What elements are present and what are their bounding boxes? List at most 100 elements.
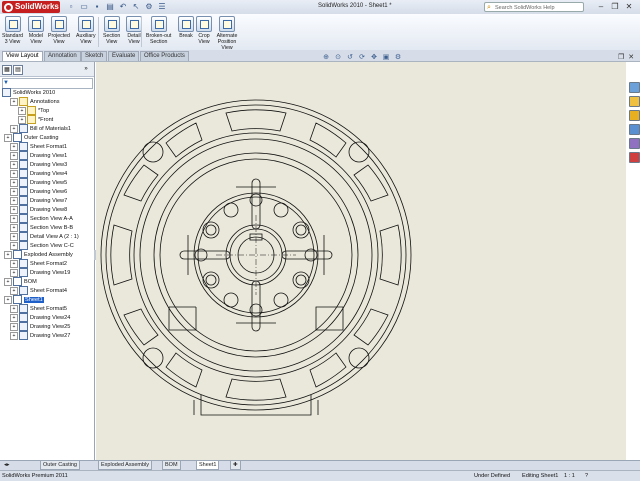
tree-item[interactable]: + Drawing View8 [10, 205, 67, 214]
tree-root[interactable]: SolidWorks 2010 [2, 88, 55, 97]
expand-icon[interactable]: + [10, 205, 18, 214]
tree-item[interactable]: + Sheet Format2 [10, 259, 67, 268]
expand-icon[interactable]: + [10, 286, 18, 295]
new-icon[interactable]: ▫ [66, 2, 76, 12]
tree-item[interactable]: + Drawing View4 [10, 169, 67, 178]
minimize-icon[interactable]: – [596, 2, 606, 12]
previous-view-icon[interactable]: ↺ [346, 54, 354, 62]
rebuild-icon[interactable]: ⚙ [144, 2, 154, 12]
ribbon-button-2[interactable]: Projected View [48, 16, 70, 45]
property-manager-tab-icon[interactable]: ▤ [13, 65, 23, 75]
expand-icon[interactable]: + [10, 97, 18, 106]
undo-icon[interactable]: ↶ [118, 2, 128, 12]
appearances-icon[interactable] [629, 138, 640, 149]
tree-item[interactable]: + Sheet Format5 [10, 304, 67, 313]
expand-icon[interactable]: + [10, 241, 18, 250]
expand-icon[interactable]: + [10, 151, 18, 160]
ribbon-button-6[interactable]: Broken-out Section [146, 16, 171, 45]
options-icon[interactable]: ☰ [157, 2, 167, 12]
expand-icon[interactable]: + [4, 295, 12, 304]
select-icon[interactable]: ↖ [131, 2, 141, 12]
ribbon-button-4[interactable]: Section View [103, 16, 120, 45]
tree-item[interactable]: + Drawing View27 [10, 331, 70, 340]
pan-icon[interactable]: ✥ [370, 54, 378, 62]
zoom-area-icon[interactable]: ⊙ [334, 54, 342, 62]
expand-icon[interactable]: + [10, 124, 18, 133]
close-icon[interactable]: ✕ [624, 2, 634, 12]
rotate-icon[interactable]: ⟳ [358, 54, 366, 62]
tree-item[interactable]: + Annotations [10, 97, 60, 106]
tree-item[interactable]: + Drawing View6 [10, 187, 67, 196]
design-library-icon[interactable] [629, 96, 640, 107]
tree-item[interactable]: + Drawing View7 [10, 196, 67, 205]
expand-icon[interactable]: + [10, 322, 18, 331]
ribbon-button-5[interactable]: Detail View [126, 16, 142, 45]
help-search-input[interactable]: ⌕ Search SolidWorks Help [484, 2, 584, 12]
restore-icon[interactable]: ❐ [610, 2, 620, 12]
tree-item[interactable]: + Drawing View25 [10, 322, 70, 331]
tab-evaluate[interactable]: Evaluate [108, 51, 140, 61]
expand-icon[interactable]: + [10, 178, 18, 187]
ribbon-button-3[interactable]: Auxiliary View [76, 16, 96, 45]
view-settings-icon[interactable]: ⚙ [394, 54, 402, 62]
expand-chevron-icon[interactable]: » [82, 65, 90, 73]
expand-icon[interactable]: + [10, 169, 18, 178]
doc-restore-icon[interactable]: ❐ [618, 54, 624, 62]
doc-close-icon[interactable]: ✕ [628, 54, 634, 62]
tree-item[interactable]: + Bill of Materials1 [10, 124, 71, 133]
expand-icon[interactable]: + [10, 223, 18, 232]
sheet-tab-outer-casting[interactable]: Outer Casting [40, 461, 80, 470]
expand-icon[interactable]: + [10, 232, 18, 241]
expand-icon[interactable]: + [10, 214, 18, 223]
print-icon[interactable]: ▤ [105, 2, 115, 12]
expand-icon[interactable]: + [10, 304, 18, 313]
expand-icon[interactable]: + [4, 133, 12, 142]
file-explorer-icon[interactable] [629, 110, 640, 121]
zoom-to-fit-icon[interactable]: ⊕ [322, 54, 330, 62]
expand-icon[interactable]: + [10, 313, 18, 322]
display-style-icon[interactable]: ▣ [382, 54, 390, 62]
tree-item[interactable]: + Exploded Assembly [4, 250, 73, 259]
tree-item[interactable]: + BOM [4, 277, 37, 286]
view-palette-icon[interactable] [629, 124, 640, 135]
tree-item[interactable]: + *Front [18, 115, 53, 124]
tab-annotation[interactable]: Annotation [44, 51, 81, 61]
ribbon-button-9[interactable]: Alternate Position View [212, 16, 242, 51]
sheet-tab-exploded-assembly[interactable]: Exploded Assembly [98, 461, 152, 470]
drawing-canvas[interactable] [96, 62, 626, 460]
tree-item[interactable]: + Drawing View3 [10, 160, 67, 169]
tree-item[interactable]: + Section View C-C [10, 241, 74, 250]
custom-properties-icon[interactable] [629, 152, 640, 163]
tree-item[interactable]: + Detail View A (2 : 1) [10, 232, 79, 241]
expand-icon[interactable]: + [10, 259, 18, 268]
ribbon-button-7[interactable]: Break [178, 16, 194, 39]
sheet-nav-icon[interactable]: ◂▸ [2, 461, 12, 469]
expand-icon[interactable]: + [4, 277, 12, 286]
tab-view-layout[interactable]: View Layout [2, 51, 43, 61]
expand-icon[interactable]: + [18, 106, 26, 115]
expand-icon[interactable]: + [10, 187, 18, 196]
ribbon-button-1[interactable]: Model View [28, 16, 44, 45]
tree-item[interactable]: + Drawing View19 [10, 268, 70, 277]
sheet-tab-bom[interactable]: BOM [162, 461, 181, 470]
expand-icon[interactable]: + [4, 250, 12, 259]
tab-office-products[interactable]: Office Products [140, 51, 189, 61]
ribbon-button-8[interactable]: Crop View [196, 16, 212, 45]
tree-item[interactable]: + Outer Casting [4, 133, 59, 142]
tree-item[interactable]: + Sheet1 [4, 295, 44, 304]
add-sheet-icon[interactable]: ✚ [230, 461, 241, 470]
tree-item[interactable]: + Section View A-A [10, 214, 73, 223]
expand-icon[interactable]: + [10, 331, 18, 340]
tab-sketch[interactable]: Sketch [81, 51, 108, 61]
resources-icon[interactable] [629, 82, 640, 93]
open-icon[interactable]: ▭ [79, 2, 89, 12]
expand-icon[interactable]: + [10, 142, 18, 151]
tree-item[interactable]: + Sheet Format1 [10, 142, 67, 151]
tree-item[interactable]: + *Top [18, 106, 49, 115]
solidworks-logo[interactable]: SolidWorks [2, 1, 60, 13]
ribbon-button-0[interactable]: Standard 3 View [2, 16, 23, 45]
feature-tree-tab-icon[interactable]: ▦ [2, 65, 12, 75]
save-icon[interactable]: ▪ [92, 2, 102, 12]
sheet-tab-sheet1[interactable]: Sheet1 [196, 461, 220, 470]
tree-item[interactable]: + Section View B-B [10, 223, 73, 232]
